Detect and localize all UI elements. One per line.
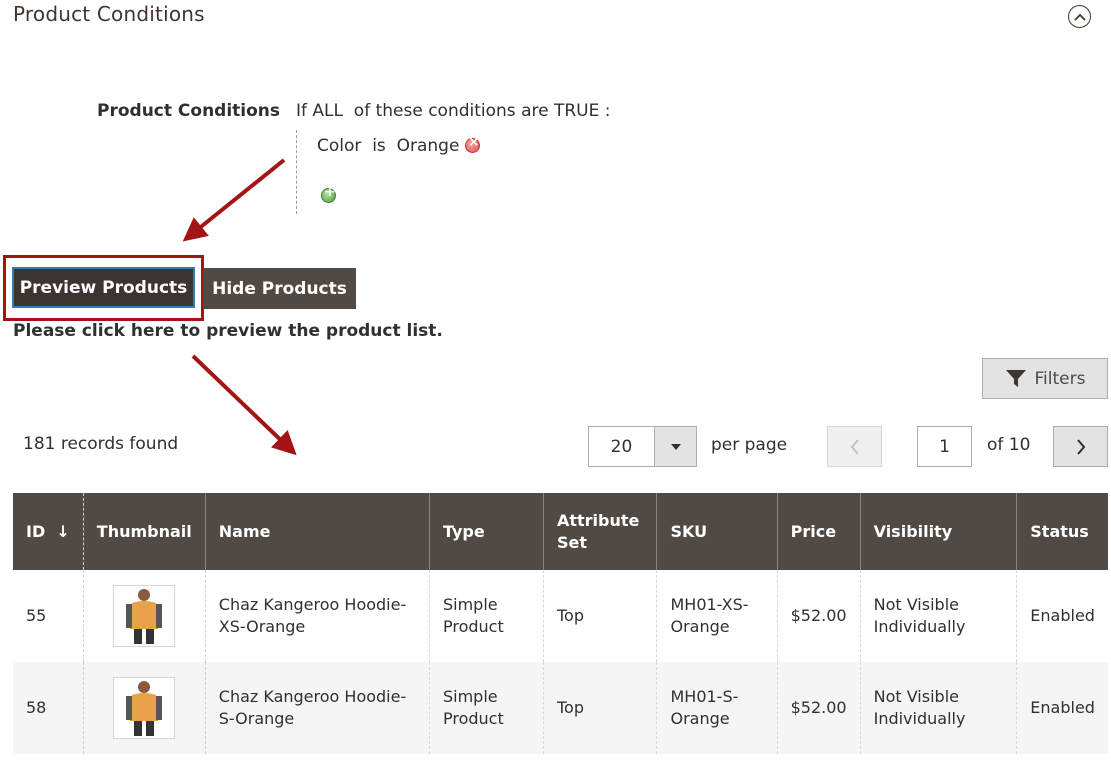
conditions-label: Product Conditions: [97, 101, 281, 121]
per-page-label: per page: [711, 435, 788, 455]
annotation-arrow-to-button: [182, 158, 286, 242]
cell-price: $52.00: [776, 570, 861, 662]
per-page-select[interactable]: 20: [588, 426, 697, 467]
annotation-arrow-to-grid: [191, 354, 297, 456]
column-header-attribute-set[interactable]: Attribute Set: [542, 493, 657, 570]
cell-type: Simple Product: [428, 570, 544, 662]
cell-visibility: Not Visible Individually: [859, 570, 1017, 662]
column-header-visibility[interactable]: Visibility: [859, 493, 1017, 570]
cell-status: Enabled: [1016, 662, 1108, 754]
conditions-rule: If ALL of these conditions are TRUE :: [296, 101, 611, 121]
condition-row: Color is Orange: [317, 135, 481, 156]
condition-operator[interactable]: is: [372, 136, 386, 156]
cell-attribute-set: Top: [542, 570, 657, 662]
funnel-icon: [1005, 369, 1026, 387]
next-page-button[interactable]: [1053, 426, 1108, 467]
previous-page-button[interactable]: [827, 426, 882, 467]
cell-thumbnail: [82, 662, 206, 754]
cell-price: $52.00: [776, 662, 861, 754]
cell-id: 58: [13, 662, 84, 754]
collapse-section-button[interactable]: [1068, 5, 1091, 28]
chevron-right-icon: [1076, 438, 1085, 455]
table-row[interactable]: 58 Chaz Kangeroo Hoodie-S-Orange Simple …: [13, 662, 1108, 754]
column-header-status[interactable]: Status: [1016, 493, 1108, 570]
cell-visibility: Not Visible Individually: [859, 662, 1017, 754]
sort-arrow-icon: ↓: [56, 521, 70, 541]
condition-attribute[interactable]: Color: [317, 136, 361, 156]
total-pages: of 10: [987, 435, 1031, 455]
cell-type: Simple Product: [428, 662, 544, 754]
hide-products-button[interactable]: Hide Products: [203, 268, 356, 309]
rule-prefix: If: [296, 101, 307, 121]
cell-id: 55: [13, 570, 84, 662]
preview-hint: Please click here to preview the product…: [13, 321, 443, 341]
conditions-block: Color is Orange: [296, 130, 596, 214]
grid-header-row: ID ↓ Thumbnail Name Type Attribute Set S…: [13, 493, 1108, 570]
rule-suffix: :: [604, 101, 611, 121]
remove-icon[interactable]: [465, 135, 481, 153]
page-number-input[interactable]: 1: [917, 426, 972, 467]
add-icon[interactable]: [321, 184, 336, 203]
value-select[interactable]: TRUE: [554, 101, 599, 121]
chevron-up-icon: [1073, 13, 1086, 21]
product-thumbnail: [113, 585, 176, 647]
per-page-value: 20: [610, 436, 633, 457]
caret-down-icon[interactable]: [654, 427, 696, 466]
cell-sku: MH01-S-Orange: [656, 662, 778, 754]
records-found: 181 records found: [23, 434, 179, 454]
condition-value[interactable]: Orange: [397, 136, 460, 156]
rule-middle: of these conditions are: [353, 101, 549, 121]
aggregator-select[interactable]: ALL: [312, 101, 343, 121]
cell-attribute-set: Top: [542, 662, 657, 754]
products-grid: ID ↓ Thumbnail Name Type Attribute Set S…: [13, 493, 1108, 754]
filters-button[interactable]: Filters: [982, 358, 1108, 399]
cell-status: Enabled: [1016, 570, 1108, 662]
table-row[interactable]: 55 Chaz Kangeroo Hoodie-XS-Orange Simple…: [13, 570, 1108, 662]
cell-sku: MH01-XS-Orange: [656, 570, 778, 662]
section-title: Product Conditions: [13, 2, 205, 26]
column-header-sku[interactable]: SKU: [656, 493, 778, 570]
column-header-id[interactable]: ID ↓: [13, 493, 84, 570]
product-thumbnail: [113, 677, 176, 739]
column-header-price[interactable]: Price: [776, 493, 861, 570]
cell-name: Chaz Kangeroo Hoodie-XS-Orange: [204, 570, 430, 662]
preview-products-button[interactable]: Preview Products: [12, 267, 195, 308]
filters-label: Filters: [1034, 368, 1086, 389]
column-header-name[interactable]: Name: [204, 493, 430, 570]
column-header-thumbnail: Thumbnail: [82, 493, 206, 570]
column-header-type[interactable]: Type: [428, 493, 544, 570]
cell-thumbnail: [82, 570, 206, 662]
cell-name: Chaz Kangeroo Hoodie-S-Orange: [204, 662, 430, 754]
chevron-left-icon: [850, 438, 859, 455]
